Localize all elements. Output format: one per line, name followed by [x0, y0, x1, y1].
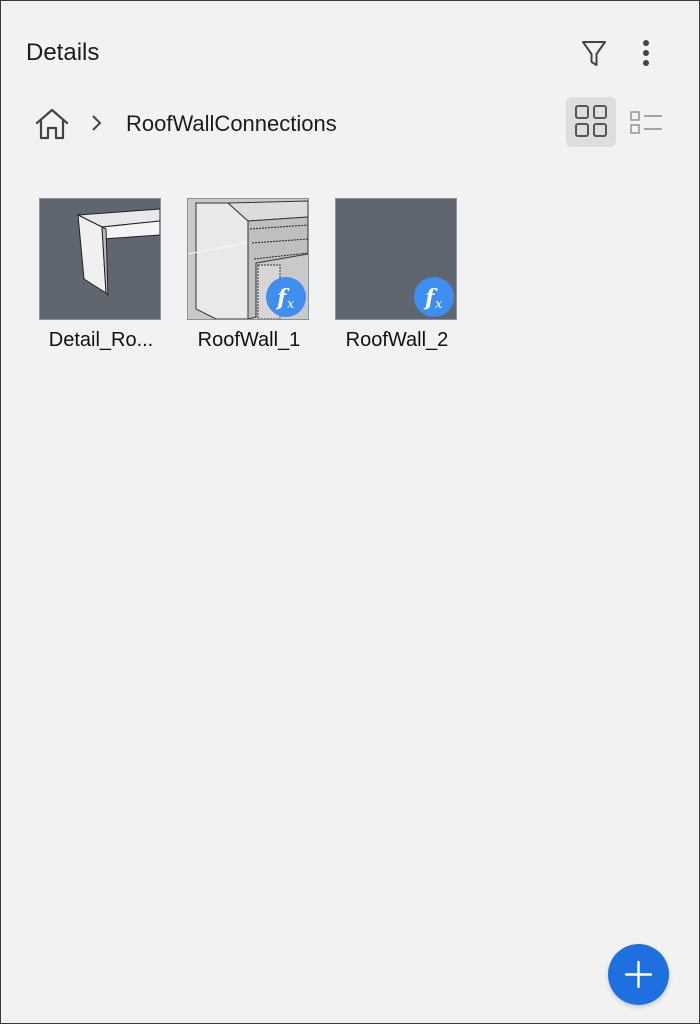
formula-fx-icon: f x	[423, 285, 443, 312]
list-view-icon	[630, 111, 662, 134]
formula-badge: f x	[414, 277, 454, 317]
breadcrumb-current-folder[interactable]: RoofWallConnections	[126, 111, 337, 137]
detail-item-tile[interactable]: f x RoofWall_1	[187, 198, 309, 352]
page-title: Details	[26, 39, 100, 66]
filter-button[interactable]	[577, 35, 611, 71]
formula-fx-icon: f x	[275, 285, 295, 312]
detail-thumbnail: f x	[335, 198, 457, 320]
formula-badge: f x	[266, 277, 306, 317]
grid-view-button[interactable]	[566, 97, 616, 147]
detail-item-label: RoofWall_1	[197, 329, 301, 351]
list-view-button[interactable]	[623, 97, 669, 147]
home-icon	[35, 108, 69, 140]
svg-text:x: x	[435, 297, 443, 312]
more-vertical-icon	[643, 40, 649, 66]
details-panel: Details RoofWallConnections Detail_Ro...…	[0, 0, 700, 1024]
breadcrumb: RoofWallConnections	[1, 97, 699, 153]
plus-icon	[624, 960, 653, 989]
more-options-button[interactable]	[631, 35, 661, 71]
detail-item-label: Detail_Ro...	[48, 329, 154, 351]
detail-item-tile[interactable]: Detail_Ro...	[39, 198, 161, 352]
svg-text:x: x	[287, 297, 295, 312]
breadcrumb-separator	[89, 112, 105, 134]
filter-icon	[582, 41, 606, 66]
add-detail-button[interactable]	[608, 944, 669, 1005]
chevron-right-icon	[92, 115, 102, 131]
detail-thumbnail: f x	[187, 198, 309, 320]
detail-thumbnail	[39, 198, 161, 320]
home-button[interactable]	[33, 105, 71, 143]
detail-item-label: RoofWall_2	[345, 329, 449, 351]
header: Details	[1, 1, 699, 105]
detail-preview-image	[76, 208, 160, 297]
grid-view-icon	[575, 105, 607, 137]
detail-item-tile[interactable]: f x RoofWall_2	[335, 198, 457, 352]
